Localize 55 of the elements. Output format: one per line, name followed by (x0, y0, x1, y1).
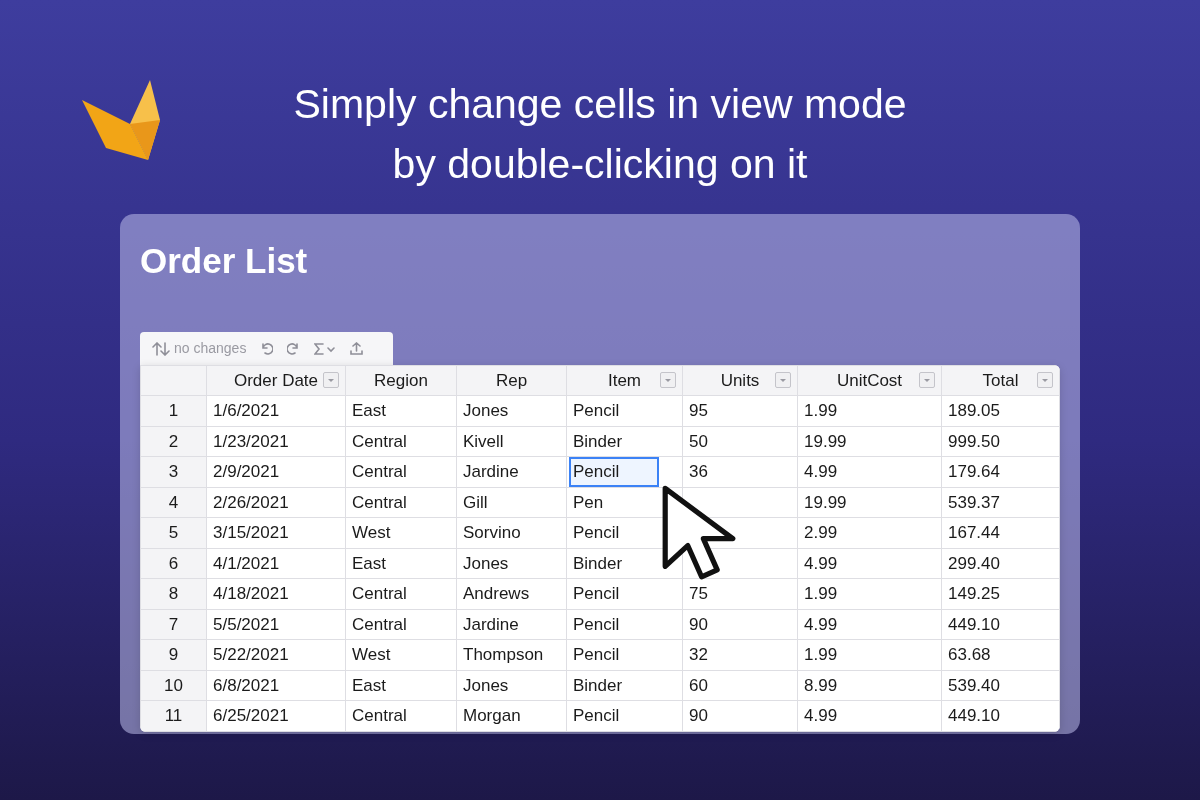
row-number: 3 (140, 456, 207, 488)
table-cell[interactable]: 8.99 (804, 675, 838, 695)
table-cell[interactable]: 95 (689, 401, 708, 421)
row-number: 9 (140, 639, 207, 671)
table-cell[interactable]: Pencil (569, 457, 659, 487)
table-cell[interactable]: 4.99 (804, 706, 838, 726)
table-cell[interactable]: 36 (689, 462, 708, 482)
filter-dropdown-icon[interactable] (1037, 372, 1053, 388)
filter-dropdown-icon[interactable] (660, 372, 676, 388)
column-header[interactable]: Item (566, 365, 683, 396)
change-status: no changes (174, 339, 247, 358)
logo-icon (80, 80, 162, 162)
column-header[interactable]: Order Date (206, 365, 346, 396)
table-cell[interactable]: 90 (689, 706, 708, 726)
table-cell[interactable]: 4.99 (804, 614, 838, 634)
row-number: 11 (140, 700, 207, 732)
table-cell[interactable]: 1.99 (804, 401, 838, 421)
row-number: 10 (140, 670, 207, 701)
row-number: 7 (140, 609, 207, 640)
filter-dropdown-icon[interactable] (775, 372, 791, 388)
table-cell[interactable]: 2.99 (804, 523, 838, 543)
sum-menu-icon[interactable] (314, 342, 337, 355)
table-cell[interactable]: 90 (689, 614, 708, 634)
column-header[interactable]: Rep (456, 365, 567, 396)
row-number: 4 (140, 487, 207, 518)
column-header[interactable]: Region (345, 365, 457, 396)
table-cell[interactable]: 19.99 (804, 492, 847, 512)
headline: by double-clicking on it (392, 140, 808, 189)
table-cell[interactable]: Gill (463, 492, 488, 512)
table-cell[interactable]: 50 (689, 431, 708, 451)
table-cell[interactable]: 4.99 (804, 462, 838, 482)
column-header[interactable]: Units (682, 365, 798, 396)
row-number: 5 (140, 517, 207, 549)
sort-arrows-icon[interactable] (152, 341, 170, 356)
table-cell[interactable]: 19.99 (804, 431, 847, 451)
row-number: 1 (140, 395, 207, 427)
table-cell[interactable]: 1.99 (804, 584, 838, 604)
redo-icon[interactable] (287, 342, 301, 355)
row-number: 8 (140, 578, 207, 610)
table-cell[interactable]: 60 (689, 675, 708, 695)
table-cell[interactable]: 32 (689, 645, 708, 665)
filter-dropdown-icon[interactable] (323, 372, 339, 388)
row-number: 6 (140, 548, 207, 579)
table-cell[interactable]: East (352, 401, 387, 421)
undo-icon[interactable] (260, 342, 274, 355)
filter-dropdown-icon[interactable] (919, 372, 935, 388)
table-cell[interactable]: 4.99 (804, 553, 838, 573)
panel-title: Order List (140, 240, 309, 282)
headline: Simply change cells in view mode (293, 80, 907, 129)
table-cell[interactable]: 75 (689, 584, 708, 604)
row-number: 2 (140, 426, 207, 457)
column-header[interactable]: UnitCost (797, 365, 942, 396)
column-header[interactable]: Total (941, 365, 1060, 396)
table-cell[interactable]: 1.99 (804, 645, 838, 665)
export-icon[interactable] (350, 342, 364, 355)
